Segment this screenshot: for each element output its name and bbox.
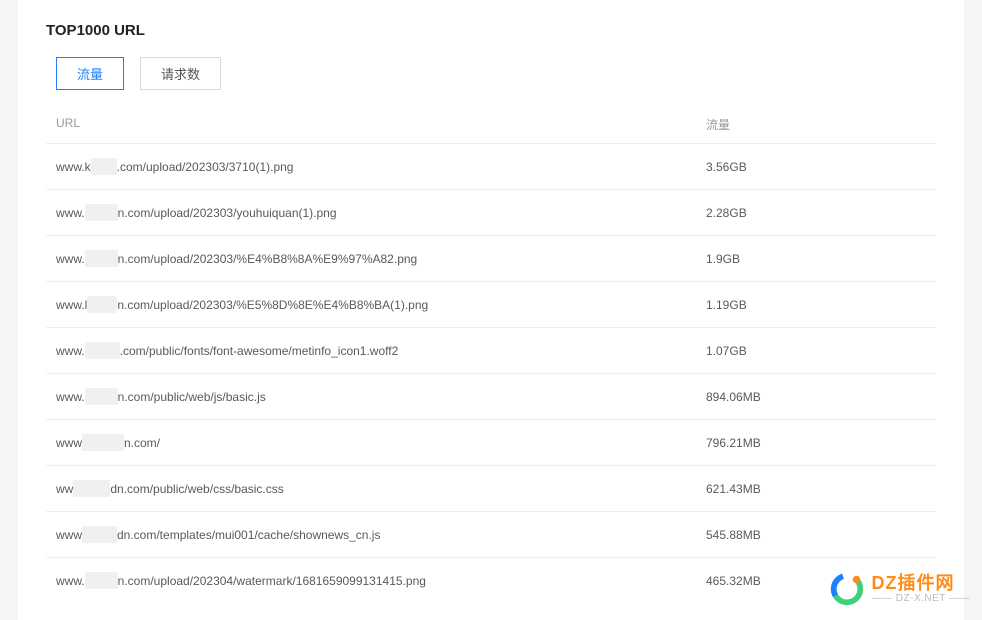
url-prefix: www.k (56, 160, 91, 174)
url-suffix: n.com/upload/202303/youhuiquan(1).png (118, 206, 337, 220)
watermark-main: DZ插件网 (872, 574, 971, 594)
top1000-panel: TOP1000 URL 流量 请求数 URL 流量 www.k .com/uplo… (18, 0, 964, 620)
cell-url: www. .com/public/fonts/font-awesome/metin… (56, 342, 706, 359)
url-suffix: n.com/ (124, 436, 160, 450)
tab-requests[interactable]: 请求数 (140, 57, 221, 90)
cell-size: 621.43MB (706, 482, 926, 496)
url-prefix: www. (56, 390, 85, 404)
table-row[interactable]: www. n.com/upload/202303/%E4%B8%8A%E9%97%… (46, 235, 936, 281)
cell-size: 1.19GB (706, 298, 926, 312)
watermark-sub: —— DZ-X.NET —— (872, 593, 971, 604)
table-row[interactable]: www.k .com/upload/202303/3710(1).png 3.56G… (46, 143, 936, 189)
redaction-block (87, 296, 117, 313)
cell-size: 796.21MB (706, 436, 926, 450)
url-suffix: n.com/upload/202303/%E5%8D%8E%E4%B8%BA(1… (117, 298, 428, 312)
url-prefix: www. (56, 344, 85, 358)
redaction-block (82, 434, 124, 451)
redaction-block (85, 204, 118, 221)
cell-url: www. n.com/upload/202303/%E4%B8%8A%E9%97%… (56, 250, 706, 267)
cell-url: www.k .com/upload/202303/3710(1).png (56, 158, 706, 175)
col-url: URL (56, 116, 706, 133)
redaction-block (73, 480, 110, 497)
cell-url: www. n.com/upload/202304/watermark/168165… (56, 572, 706, 589)
panel-title: TOP1000 URL (46, 22, 936, 39)
url-suffix: .com/public/fonts/font-awesome/metinfo_i… (120, 344, 399, 358)
redaction-block (85, 388, 118, 405)
url-suffix: n.com/upload/202304/watermark/1681659099… (118, 574, 426, 588)
cell-url: www. n.com/upload/202303/youhuiquan(1).pn… (56, 204, 706, 221)
url-prefix: www (56, 528, 82, 542)
cell-url: www n.com/ (56, 434, 706, 451)
url-prefix: ww (56, 482, 73, 496)
tab-traffic[interactable]: 流量 (56, 57, 124, 90)
table-body: www.k .com/upload/202303/3710(1).png 3.56G… (46, 143, 936, 603)
cell-size: 894.06MB (706, 390, 926, 404)
cell-size: 3.56GB (706, 160, 926, 174)
redaction-block (82, 526, 117, 543)
table-row[interactable]: www. n.com/upload/202304/watermark/168165… (46, 557, 936, 603)
table-row[interactable]: www. n.com/public/web/js/basic.js 894.06MB (46, 373, 936, 419)
table-row[interactable]: www dn.com/templates/mui001/cache/shownew… (46, 511, 936, 557)
url-prefix: www. (56, 206, 85, 220)
url-suffix: n.com/upload/202303/%E4%B8%8A%E9%97%A82.… (118, 252, 418, 266)
url-prefix: www. (56, 574, 85, 588)
url-suffix: n.com/public/web/js/basic.js (118, 390, 266, 404)
url-prefix: www. (56, 252, 85, 266)
table-row[interactable]: ww dn.com/public/web/css/basic.css 621.43M… (46, 465, 936, 511)
redaction-block (91, 158, 117, 175)
url-suffix: dn.com/templates/mui001/cache/shownews_c… (117, 528, 380, 542)
redaction-block (85, 342, 120, 359)
cell-size: 545.88MB (706, 528, 926, 542)
cell-url: www dn.com/templates/mui001/cache/shownew… (56, 526, 706, 543)
table-row[interactable]: www.l n.com/upload/202303/%E5%8D%8E%E4%B8… (46, 281, 936, 327)
metric-tabs: 流量 请求数 (56, 57, 936, 90)
col-size: 流量 (706, 116, 926, 133)
table-row[interactable]: www n.com/796.21MB (46, 419, 936, 465)
cell-size: 2.28GB (706, 206, 926, 220)
watermark-text: DZ插件网 —— DZ-X.NET —— (872, 574, 971, 605)
url-prefix: www (56, 436, 82, 450)
watermark-icon (828, 570, 866, 608)
cell-size: 1.07GB (706, 344, 926, 358)
redaction-block (85, 250, 118, 267)
table-row[interactable]: www. .com/public/fonts/font-awesome/metin… (46, 327, 936, 373)
url-suffix: dn.com/public/web/css/basic.css (110, 482, 283, 496)
cell-url: www.l n.com/upload/202303/%E5%8D%8E%E4%B8… (56, 296, 706, 313)
cell-url: www. n.com/public/web/js/basic.js (56, 388, 706, 405)
cell-url: ww dn.com/public/web/css/basic.css (56, 480, 706, 497)
redaction-block (85, 572, 118, 589)
table-head: URL 流量 (46, 108, 936, 143)
url-prefix: www.l (56, 298, 87, 312)
table-row[interactable]: www. n.com/upload/202303/youhuiquan(1).pn… (46, 189, 936, 235)
watermark: DZ插件网 —— DZ-X.NET —— (828, 570, 971, 608)
cell-size: 1.9GB (706, 252, 926, 266)
url-suffix: .com/upload/202303/3710(1).png (117, 160, 294, 174)
url-table: URL 流量 www.k .com/upload/202303/3710(1).p… (46, 108, 936, 603)
